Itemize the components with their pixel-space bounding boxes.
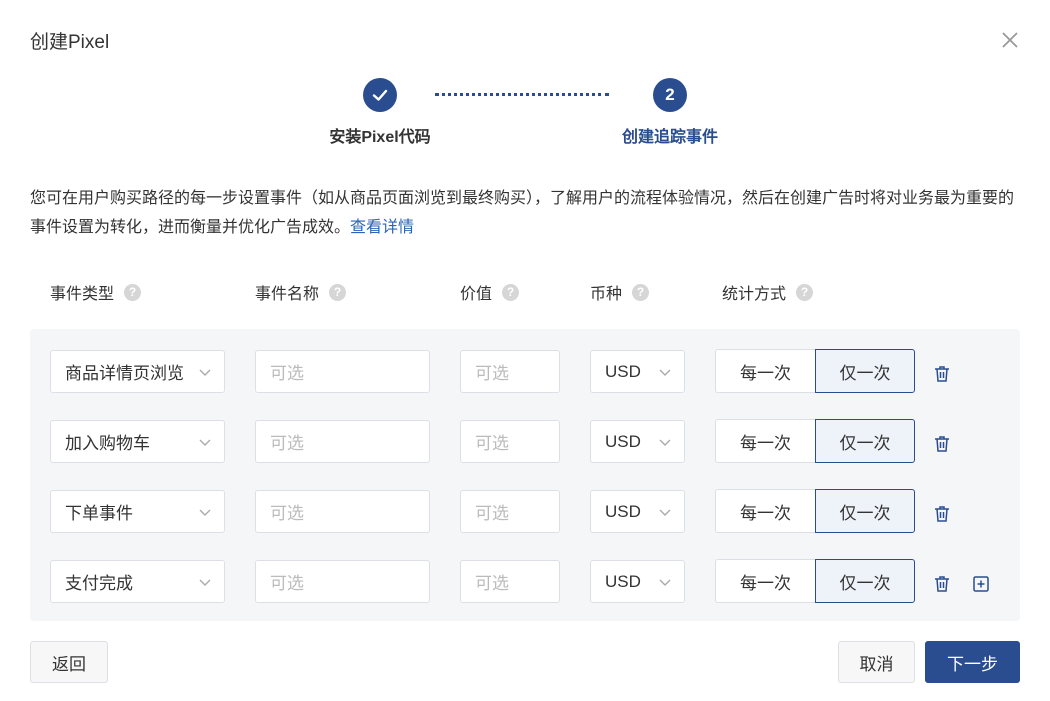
currency-select[interactable]: USD xyxy=(590,560,685,603)
help-icon[interactable]: ? xyxy=(632,283,650,301)
help-icon[interactable]: ? xyxy=(796,283,814,301)
next-button[interactable]: 下一步 xyxy=(925,641,1020,683)
count-method-toggle: 每一次 仅一次 xyxy=(715,419,915,463)
chevron-down-icon xyxy=(659,579,671,586)
event-type-select[interactable]: 下单事件 xyxy=(50,490,225,533)
step-label: 安装Pixel代码 xyxy=(329,129,431,146)
count-every-option[interactable]: 每一次 xyxy=(715,349,815,393)
help-icon[interactable]: ? xyxy=(329,283,347,301)
header-count-method: 统计方式 ? xyxy=(722,280,814,304)
description-text: 您可在用户购买路径的每一步设置事件（如从商品页面浏览到最终购买），了解用户的流程… xyxy=(30,190,1015,236)
currency-select[interactable]: USD xyxy=(590,420,685,463)
count-once-option[interactable]: 仅一次 xyxy=(815,559,915,603)
step-create-events: 2 创建追踪事件 xyxy=(580,78,760,147)
trash-icon[interactable] xyxy=(932,364,952,384)
details-link[interactable]: 查看详情 xyxy=(350,219,414,236)
check-icon xyxy=(363,78,397,112)
event-name-input[interactable]: 可选 xyxy=(255,420,430,463)
header-value: 价值 ? xyxy=(460,280,520,304)
value-input[interactable]: 可选 xyxy=(460,490,560,533)
currency-select[interactable]: USD xyxy=(590,490,685,533)
event-name-input[interactable]: 可选 xyxy=(255,350,430,393)
count-once-option[interactable]: 仅一次 xyxy=(815,489,915,533)
count-method-toggle: 每一次 仅一次 xyxy=(715,349,915,393)
chevron-down-icon xyxy=(199,439,211,446)
header-event-name: 事件名称 ? xyxy=(255,280,347,304)
count-every-option[interactable]: 每一次 xyxy=(715,419,815,463)
chevron-down-icon xyxy=(199,579,211,586)
trash-icon[interactable] xyxy=(932,574,952,594)
cancel-button[interactable]: 取消 xyxy=(838,641,915,683)
currency-select[interactable]: USD xyxy=(590,350,685,393)
value-input[interactable]: 可选 xyxy=(460,560,560,603)
close-icon[interactable] xyxy=(998,28,1022,52)
help-icon[interactable]: ? xyxy=(502,283,520,301)
step-label: 创建追踪事件 xyxy=(621,129,718,146)
header-event-type: 事件类型 ? xyxy=(50,280,142,304)
event-type-select[interactable]: 商品详情页浏览 xyxy=(50,350,225,393)
trash-icon[interactable] xyxy=(932,504,952,524)
chevron-down-icon xyxy=(199,369,211,376)
dialog-title: 创建Pixel xyxy=(30,32,110,53)
chevron-down-icon xyxy=(659,509,671,516)
count-once-option[interactable]: 仅一次 xyxy=(815,419,915,463)
trash-icon[interactable] xyxy=(932,434,952,454)
chevron-down-icon xyxy=(199,509,211,516)
event-type-select[interactable]: 加入购物车 xyxy=(50,420,225,463)
add-row-icon[interactable] xyxy=(971,574,991,594)
count-once-option[interactable]: 仅一次 xyxy=(815,349,915,393)
event-name-input[interactable]: 可选 xyxy=(255,560,430,603)
header-currency: 币种 ? xyxy=(590,280,650,304)
event-type-select[interactable]: 支付完成 xyxy=(50,560,225,603)
value-input[interactable]: 可选 xyxy=(460,420,560,463)
count-method-toggle: 每一次 仅一次 xyxy=(715,489,915,533)
count-every-option[interactable]: 每一次 xyxy=(715,489,815,533)
back-button[interactable]: 返回 xyxy=(30,641,108,683)
create-pixel-dialog: 创建Pixel 安装Pixel代码 2 创建追踪事件 您可在用户购买路径的每一步… xyxy=(0,0,1050,701)
chevron-down-icon xyxy=(659,369,671,376)
step-install-code: 安装Pixel代码 xyxy=(290,78,470,147)
description: 您可在用户购买路径的每一步设置事件（如从商品页面浏览到最终购买），了解用户的流程… xyxy=(30,184,1022,242)
count-method-toggle: 每一次 仅一次 xyxy=(715,559,915,603)
event-name-input[interactable]: 可选 xyxy=(255,490,430,533)
count-every-option[interactable]: 每一次 xyxy=(715,559,815,603)
value-input[interactable]: 可选 xyxy=(460,350,560,393)
step-number: 2 xyxy=(653,78,687,112)
chevron-down-icon xyxy=(659,439,671,446)
help-icon[interactable]: ? xyxy=(124,283,142,301)
